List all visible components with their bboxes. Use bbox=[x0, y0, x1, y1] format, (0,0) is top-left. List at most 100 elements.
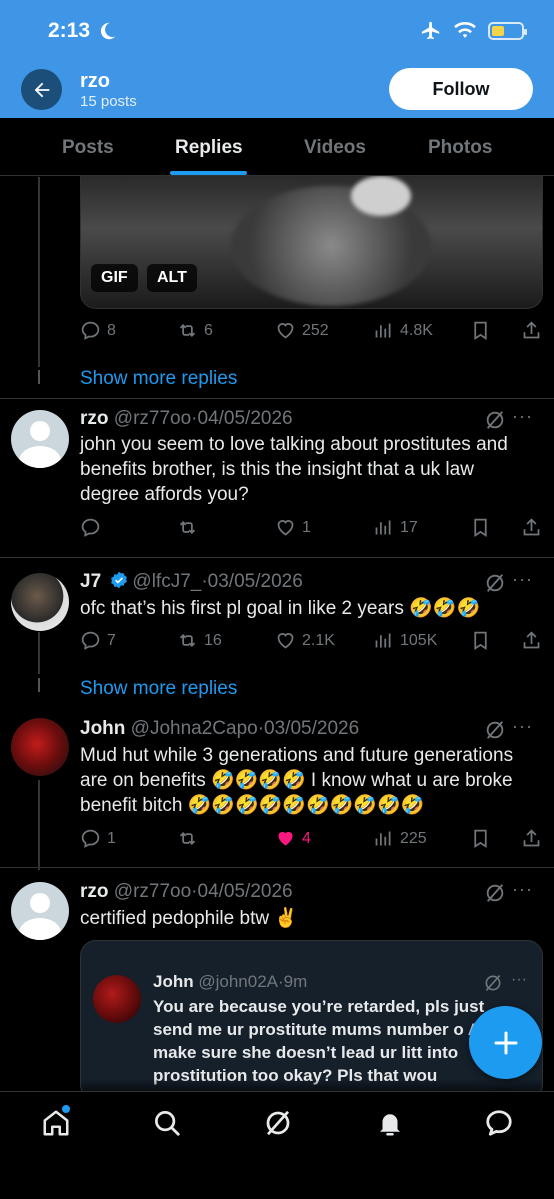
avatar[interactable] bbox=[11, 410, 69, 468]
post-date[interactable]: 03/05/2026 bbox=[264, 718, 359, 739]
tab-videos[interactable]: Videos bbox=[304, 137, 366, 159]
repost-button[interactable] bbox=[177, 828, 204, 849]
bookmark-button[interactable] bbox=[470, 517, 491, 538]
more-options-button[interactable]: ··· bbox=[512, 879, 533, 900]
post-header: rzo @rz77oo·04/05/2026 bbox=[80, 408, 293, 430]
author-handle[interactable]: @lfcJ7_ bbox=[132, 571, 201, 592]
like-button[interactable]: 4 bbox=[275, 828, 311, 849]
grok-icon[interactable] bbox=[483, 973, 503, 993]
author-handle[interactable]: @rz77oo bbox=[114, 408, 191, 429]
repost-button[interactable] bbox=[177, 517, 204, 538]
follow-button[interactable]: Follow bbox=[389, 68, 533, 110]
quote-author-name[interactable]: John bbox=[153, 972, 194, 991]
author-handle[interactable]: @Johna2Capo bbox=[131, 718, 258, 739]
reply-button[interactable] bbox=[80, 517, 107, 538]
tab-replies[interactable]: Replies bbox=[175, 137, 243, 159]
more-options-button[interactable]: ··· bbox=[512, 569, 533, 590]
moon-icon bbox=[100, 22, 116, 40]
grok-icon[interactable] bbox=[484, 572, 506, 594]
quote-more-button[interactable]: ··· bbox=[511, 971, 527, 989]
heart-icon bbox=[277, 520, 294, 536]
quoted-post[interactable]: John @john02A·9m ··· You are because you… bbox=[80, 940, 543, 1100]
grok-icon[interactable] bbox=[484, 719, 506, 741]
like-count: 1 bbox=[302, 518, 311, 536]
post-date[interactable]: 04/05/2026 bbox=[198, 408, 293, 429]
post-date[interactable]: 03/05/2026 bbox=[208, 571, 303, 592]
views-icon bbox=[375, 831, 391, 846]
avatar[interactable] bbox=[11, 882, 69, 940]
reply-count: 7 bbox=[107, 631, 116, 649]
post-date[interactable]: 04/05/2026 bbox=[198, 881, 293, 902]
show-more-replies-link[interactable]: Show more replies bbox=[80, 678, 237, 700]
reply-button[interactable]: 1 bbox=[80, 828, 116, 849]
views-count: 4.8K bbox=[400, 321, 433, 339]
show-more-replies-link[interactable]: Show more replies bbox=[80, 368, 237, 390]
quote-author-handle[interactable]: @john02A bbox=[198, 972, 278, 991]
repost-icon bbox=[179, 521, 196, 534]
repost-button[interactable]: 6 bbox=[177, 320, 213, 341]
reply-icon bbox=[81, 321, 100, 340]
divider bbox=[0, 398, 554, 399]
battery-icon bbox=[488, 22, 527, 40]
status-time: 2:13 bbox=[48, 19, 91, 42]
more-options-button[interactable]: ··· bbox=[512, 406, 533, 427]
share-button[interactable] bbox=[521, 630, 542, 651]
post-text: ofc that’s his first pl goal in like 2 y… bbox=[80, 598, 481, 619]
quote-avatar[interactable] bbox=[93, 975, 141, 1023]
post-actions: 7 16 2.1K 105K bbox=[80, 630, 542, 654]
post-header: J7 @lfcJ7_·03/05/2026 bbox=[80, 571, 303, 593]
grok-icon[interactable] bbox=[484, 882, 506, 904]
messages-icon[interactable] bbox=[484, 1108, 514, 1138]
grok-icon[interactable] bbox=[263, 1108, 293, 1138]
bookmark-icon bbox=[474, 829, 487, 849]
reply-button[interactable]: 7 bbox=[80, 630, 116, 651]
repost-button[interactable]: 16 bbox=[177, 630, 222, 651]
back-button[interactable] bbox=[21, 69, 62, 110]
like-button[interactable]: 2.1K bbox=[275, 630, 335, 651]
views-button[interactable]: 105K bbox=[373, 630, 437, 651]
notifications-bell-icon[interactable] bbox=[375, 1108, 405, 1138]
avatar[interactable] bbox=[11, 573, 69, 631]
more-options-button[interactable]: ··· bbox=[512, 716, 533, 737]
author-name[interactable]: John bbox=[80, 718, 125, 739]
media-highlight bbox=[351, 176, 411, 216]
author-name[interactable]: rzo bbox=[80, 408, 109, 429]
reply-button[interactable]: 8 bbox=[80, 320, 116, 341]
views-button[interactable]: 4.8K bbox=[373, 320, 433, 341]
compose-button[interactable] bbox=[469, 1006, 542, 1079]
post-header: rzo @rz77oo·04/05/2026 bbox=[80, 881, 293, 903]
tab-photos[interactable]: Photos bbox=[428, 137, 492, 159]
like-button[interactable]: 252 bbox=[275, 320, 329, 341]
share-button[interactable] bbox=[521, 320, 542, 341]
plus-icon bbox=[494, 1031, 517, 1054]
thread-line bbox=[38, 632, 40, 674]
views-count: 225 bbox=[400, 829, 427, 847]
views-icon bbox=[375, 633, 391, 648]
share-icon bbox=[523, 631, 540, 649]
views-button[interactable]: 17 bbox=[373, 517, 418, 538]
quote-header: John @john02A·9m bbox=[153, 972, 307, 992]
bookmark-button[interactable] bbox=[470, 630, 491, 651]
arrow-left-icon bbox=[34, 82, 49, 97]
verified-badge-icon bbox=[111, 571, 128, 589]
views-button[interactable]: 225 bbox=[373, 828, 427, 849]
repost-icon bbox=[179, 634, 196, 647]
tab-posts[interactable]: Posts bbox=[62, 137, 114, 159]
bookmark-button[interactable] bbox=[470, 828, 491, 849]
author-name[interactable]: rzo bbox=[80, 881, 109, 902]
author-handle[interactable]: @rz77oo bbox=[114, 881, 191, 902]
grok-icon[interactable] bbox=[484, 409, 506, 431]
repost-icon bbox=[179, 832, 196, 845]
profile-tabs: Posts Replies Videos Photos bbox=[0, 118, 554, 176]
avatar[interactable] bbox=[11, 718, 69, 776]
share-button[interactable] bbox=[521, 517, 542, 538]
author-name[interactable]: J7 bbox=[80, 571, 101, 592]
gif-media[interactable]: GIF ALT bbox=[80, 176, 543, 309]
bookmark-button[interactable] bbox=[470, 320, 491, 341]
reply-count: 1 bbox=[107, 829, 116, 847]
share-button[interactable] bbox=[521, 828, 542, 849]
search-icon[interactable] bbox=[152, 1108, 182, 1138]
alt-badge[interactable]: ALT bbox=[147, 264, 197, 292]
like-button[interactable]: 1 bbox=[275, 517, 311, 538]
post-text: Mud hut while 3 generations and future g… bbox=[80, 745, 514, 816]
